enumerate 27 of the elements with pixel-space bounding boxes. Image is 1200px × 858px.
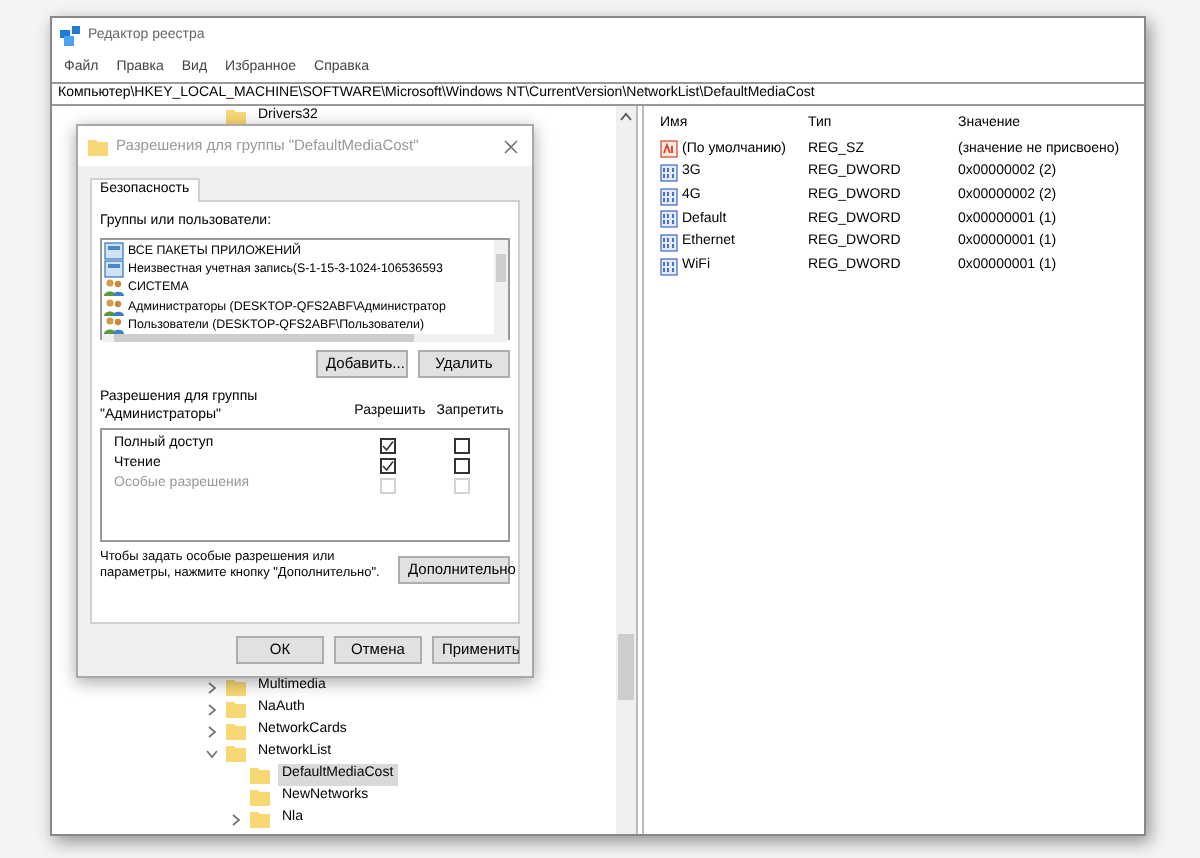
package-icon (104, 241, 124, 260)
allow-checkbox[interactable] (380, 457, 396, 473)
users-icon (104, 316, 124, 335)
scroll-up-icon[interactable] (620, 112, 632, 122)
horizontal-scrollbar[interactable] (102, 334, 508, 343)
binary-value-icon (660, 210, 678, 229)
binary-value-icon (660, 164, 678, 183)
allow-checkbox[interactable] (380, 437, 396, 453)
vertical-scrollbar[interactable] (494, 239, 508, 335)
chevron-down-icon[interactable] (205, 747, 217, 759)
binary-value-icon (660, 234, 678, 253)
scrollbar-thumb[interactable] (114, 334, 414, 343)
folder-icon (88, 137, 108, 155)
users-icon (104, 297, 124, 316)
users-icon (104, 278, 124, 297)
string-value-icon (660, 140, 678, 159)
scrollbar-thumb[interactable] (496, 253, 506, 281)
binary-value-icon (660, 187, 678, 206)
chevron-right-icon[interactable] (229, 813, 241, 825)
close-icon[interactable] (504, 139, 518, 153)
app-icon (60, 26, 80, 46)
deny-checkbox[interactable] (454, 437, 470, 453)
package-icon (104, 260, 124, 279)
scrollbar-thumb[interactable] (618, 634, 634, 700)
binary-value-icon (660, 257, 678, 276)
deny-checkbox[interactable] (454, 457, 470, 473)
vertical-scrollbar[interactable] (616, 106, 636, 834)
